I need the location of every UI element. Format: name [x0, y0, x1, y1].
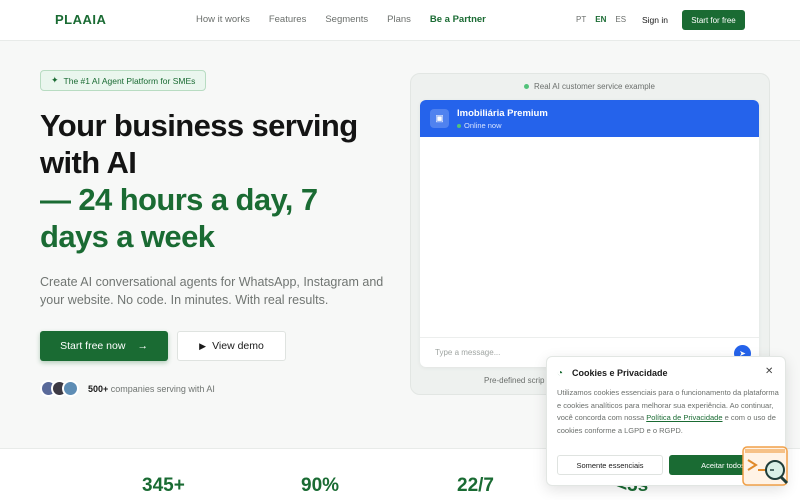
chat-header: ▣ Imobiliária Premium Online now [420, 100, 759, 137]
cookie-text: Utilizamos cookies essenciais para o fun… [557, 387, 779, 437]
nav-link-how-it-works[interactable]: How it works [196, 14, 250, 25]
hero-badge-text: The #1 AI Agent Platform for SMEs [63, 75, 196, 86]
stat-availability: 22/7 [457, 475, 494, 496]
cookie-title: Cookies e Privacidade [572, 368, 668, 378]
social-proof-text: companies serving with AI [110, 384, 215, 394]
hero-title: Your business serving with AI — 24 hours… [40, 107, 380, 255]
hero-subtitle: Create AI conversational agents for What… [40, 275, 384, 307]
nav-link-segments[interactable]: Segments [325, 14, 368, 25]
nav-link-partner[interactable]: Be a Partner [430, 14, 486, 25]
lang-pt[interactable]: PT [576, 15, 586, 24]
customer-avatars [40, 380, 79, 397]
social-proof: 500+ companies serving with AI [88, 384, 215, 394]
chat-bot-name: Imobiliária Premium [457, 108, 548, 119]
view-demo-button[interactable]: ▶ View demo [177, 331, 286, 361]
bot-icon: ▣ [430, 109, 449, 128]
language-switcher: PT EN ES [576, 15, 626, 24]
nav-links: How it works Features Segments Plans Be … [196, 14, 505, 25]
live-dot-icon [524, 84, 529, 89]
stat-companies: 345+ [142, 475, 185, 496]
start-for-free-button[interactable]: Start for free [682, 10, 745, 30]
start-free-now-button[interactable]: Start free now → [40, 331, 168, 361]
lang-en[interactable]: EN [595, 15, 606, 24]
chat-status: Online now [457, 121, 502, 130]
chat-window: ▣ Imobiliária Premium Online now Type a … [420, 100, 759, 367]
hero-title-green2: days a week [40, 219, 215, 254]
chat-input-placeholder: Type a message... [435, 348, 501, 357]
sign-in-link[interactable]: Sign in [642, 15, 668, 25]
start-free-now-label: Start free now [60, 340, 126, 352]
online-dot-icon [457, 123, 461, 128]
essential-only-button[interactable]: Somente essenciais [557, 455, 663, 475]
cookie-icon: ◔ [557, 368, 564, 379]
hero-badge: ✦ The #1 AI Agent Platform for SMEs [40, 70, 207, 91]
stat-percentage: 90% [301, 475, 340, 496]
social-proof-count: 500+ [88, 384, 109, 394]
view-demo-label: View demo [212, 340, 264, 352]
privacy-policy-link[interactable]: Política de Privacidade [646, 413, 722, 422]
hero-title-line1: Your business serving [40, 108, 358, 143]
top-navbar: PLAAIA How it works Features Segments Pl… [0, 0, 800, 41]
avatar [62, 380, 79, 397]
play-icon: ▶ [199, 340, 207, 351]
lang-es[interactable]: ES [615, 15, 626, 24]
close-icon[interactable]: ✕ [765, 366, 773, 377]
demo-example-text: Real AI customer service example [534, 82, 655, 91]
arrow-right-icon: → [137, 340, 148, 352]
demo-footer-note: Pre-defined scrip [484, 376, 545, 385]
demo-example-label: Real AI customer service example [524, 82, 655, 91]
chat-widget-icon[interactable] [742, 446, 790, 486]
sparkle-icon: ✦ [51, 75, 59, 85]
logo[interactable]: PLAAIA [55, 12, 106, 27]
hero-title-green1: — 24 hours a day, 7 [40, 182, 318, 217]
nav-link-features[interactable]: Features [269, 14, 307, 25]
chat-status-text: Online now [464, 121, 502, 130]
nav-link-plans[interactable]: Plans [387, 14, 411, 25]
hero-title-line2: with AI [40, 145, 137, 180]
